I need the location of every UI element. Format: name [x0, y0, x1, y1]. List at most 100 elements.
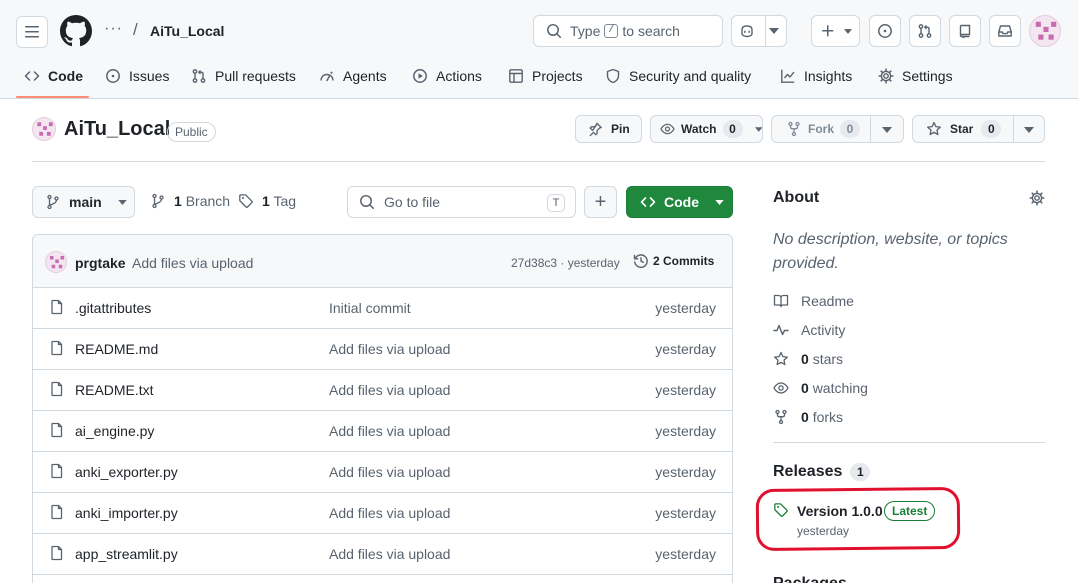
- tab-projects[interactable]: Projects: [508, 64, 583, 88]
- tab-label: Security and quality: [629, 68, 752, 84]
- gear-icon: [878, 68, 894, 84]
- code-dropdown-button[interactable]: Code: [626, 186, 733, 218]
- file-row[interactable]: anki_exporter.py Add files via upload ye…: [33, 452, 732, 493]
- packages-heading[interactable]: Packages: [773, 575, 847, 583]
- watch-label: Watch: [680, 122, 717, 136]
- forks-count: 0: [801, 409, 809, 425]
- file-name[interactable]: anki_importer.py: [75, 505, 178, 521]
- tab-settings[interactable]: Settings: [878, 64, 953, 88]
- menu-button[interactable]: [16, 16, 48, 48]
- watch-count: 0: [722, 120, 743, 138]
- star-button[interactable]: Star 0: [912, 115, 1045, 143]
- tab-issues[interactable]: Issues: [105, 64, 169, 88]
- readme-link[interactable]: Readme: [773, 291, 854, 311]
- breadcrumb-repo[interactable]: AiTu_Local: [150, 23, 224, 39]
- file-row[interactable]: app_streamlit.py Add files via upload ye…: [33, 534, 732, 575]
- copilot-dropdown-arrow[interactable]: [769, 28, 779, 34]
- file-commit-message[interactable]: Add files via upload: [329, 423, 450, 439]
- stars-count: 0: [801, 351, 809, 367]
- tags-link[interactable]: 1 Tag: [238, 193, 296, 209]
- tab-code[interactable]: Code: [24, 64, 83, 88]
- file-row[interactable]: ai_engine.py Add files via upload yester…: [33, 411, 732, 452]
- star-count: 0: [981, 120, 1002, 138]
- pin-button[interactable]: Pin: [575, 115, 642, 143]
- tab-pull-requests[interactable]: Pull requests: [191, 64, 296, 88]
- file-commit-date: yesterday: [655, 464, 716, 480]
- add-file-button[interactable]: +: [584, 186, 617, 218]
- file-name[interactable]: README.md: [75, 341, 158, 357]
- tab-label: Code: [48, 68, 83, 84]
- file-row[interactable]: anki_importer.py Add files via upload ye…: [33, 493, 732, 534]
- triangle-down-icon: [754, 126, 762, 132]
- issue-opened-icon: [106, 69, 120, 83]
- file-commit-message[interactable]: Add files via upload: [329, 464, 450, 480]
- tab-label: Insights: [804, 68, 853, 84]
- stars-link[interactable]: 0 stars: [773, 349, 843, 369]
- file-commit-message[interactable]: Add files via upload: [329, 341, 450, 357]
- tab-actions[interactable]: Actions: [412, 64, 482, 88]
- create-new-button[interactable]: [811, 15, 860, 47]
- file-commit-message[interactable]: Initial commit: [329, 300, 411, 316]
- triangle-down-icon: [843, 28, 852, 34]
- commit-author[interactable]: prgtake: [75, 255, 126, 271]
- tags-label: Tag: [273, 193, 297, 209]
- commit-message[interactable]: Add files via upload: [132, 255, 253, 271]
- file-commit-date: yesterday: [655, 382, 716, 398]
- file-table: prgtake Add files via upload 27d38c3 · y…: [32, 234, 733, 583]
- file-commit-message[interactable]: Add files via upload: [329, 382, 450, 398]
- file-name[interactable]: README.txt: [75, 382, 154, 398]
- tags-count: 1: [262, 193, 270, 209]
- breadcrumb-ellipsis[interactable]: ···: [104, 20, 123, 38]
- triangle-down-icon: [882, 127, 892, 133]
- commit-hash-time[interactable]: 27d38c3 · yesterday: [511, 256, 620, 270]
- branches-label: Branch: [185, 193, 231, 209]
- tab-label: Agents: [343, 68, 387, 84]
- forks-link[interactable]: 0 forks: [773, 407, 843, 427]
- file-name[interactable]: ai_engine.py: [75, 423, 154, 439]
- commit-author-avatar[interactable]: [45, 251, 67, 273]
- commits-history-link[interactable]: 2 Commits: [633, 253, 714, 269]
- watch-button[interactable]: Watch 0: [650, 115, 763, 143]
- identicon-icon: [49, 255, 65, 269]
- about-settings-button[interactable]: [1029, 190, 1045, 206]
- copilot-icon: [741, 25, 753, 38]
- watching-link[interactable]: 0 watching: [773, 378, 868, 398]
- tab-agents[interactable]: Agents: [319, 64, 387, 88]
- file-name[interactable]: app_streamlit.py: [75, 546, 178, 562]
- triangle-down-icon: [769, 28, 779, 34]
- file-commit-date: yesterday: [655, 546, 716, 562]
- latest-commit-bar: prgtake Add files via upload 27d38c3 · y…: [33, 235, 732, 288]
- github-logo[interactable]: [60, 15, 92, 47]
- gear-icon: [1029, 190, 1045, 206]
- tab-security[interactable]: Security and quality: [605, 64, 751, 88]
- user-avatar[interactable]: [1029, 15, 1061, 47]
- inbox-header-button[interactable]: [989, 15, 1021, 47]
- inbox-icon: [998, 25, 1012, 37]
- file-commit-message[interactable]: Add files via upload: [329, 546, 450, 562]
- pull-requests-header-button[interactable]: [909, 15, 941, 47]
- file-row[interactable]: README.txt Add files via upload yesterda…: [33, 370, 732, 411]
- branches-link[interactable]: 1 Branch: [150, 193, 230, 209]
- stars-label: stars: [812, 351, 844, 367]
- file-name[interactable]: anki_exporter.py: [75, 464, 178, 480]
- global-search-input[interactable]: Type / to search: [533, 15, 723, 47]
- issues-header-button[interactable]: [869, 15, 901, 47]
- tab-insights[interactable]: Insights: [780, 64, 852, 88]
- tab-label: Issues: [129, 68, 170, 84]
- agent-icon: [320, 71, 334, 82]
- file-row[interactable]: README.md Add files via upload yesterday: [33, 329, 732, 370]
- file-commit-message[interactable]: Add files via upload: [329, 505, 450, 521]
- releases-heading[interactable]: Releases 1: [773, 463, 871, 481]
- fork-count: 0: [840, 120, 861, 138]
- repositories-header-button[interactable]: [949, 15, 981, 47]
- file-row[interactable]: .gitattributes Initial commit yesterday: [33, 288, 732, 329]
- repo-name[interactable]: AiTu_Local: [64, 118, 170, 141]
- file-name[interactable]: .gitattributes: [75, 300, 151, 316]
- tab-label: Settings: [902, 68, 953, 84]
- go-to-file-input[interactable]: Go to file T: [347, 186, 576, 218]
- branch-selector[interactable]: main: [32, 186, 135, 218]
- activity-link[interactable]: Activity: [773, 320, 845, 340]
- issue-opened-icon: [878, 24, 892, 38]
- file-icon: [51, 299, 63, 315]
- fork-button[interactable]: Fork 0: [771, 115, 904, 143]
